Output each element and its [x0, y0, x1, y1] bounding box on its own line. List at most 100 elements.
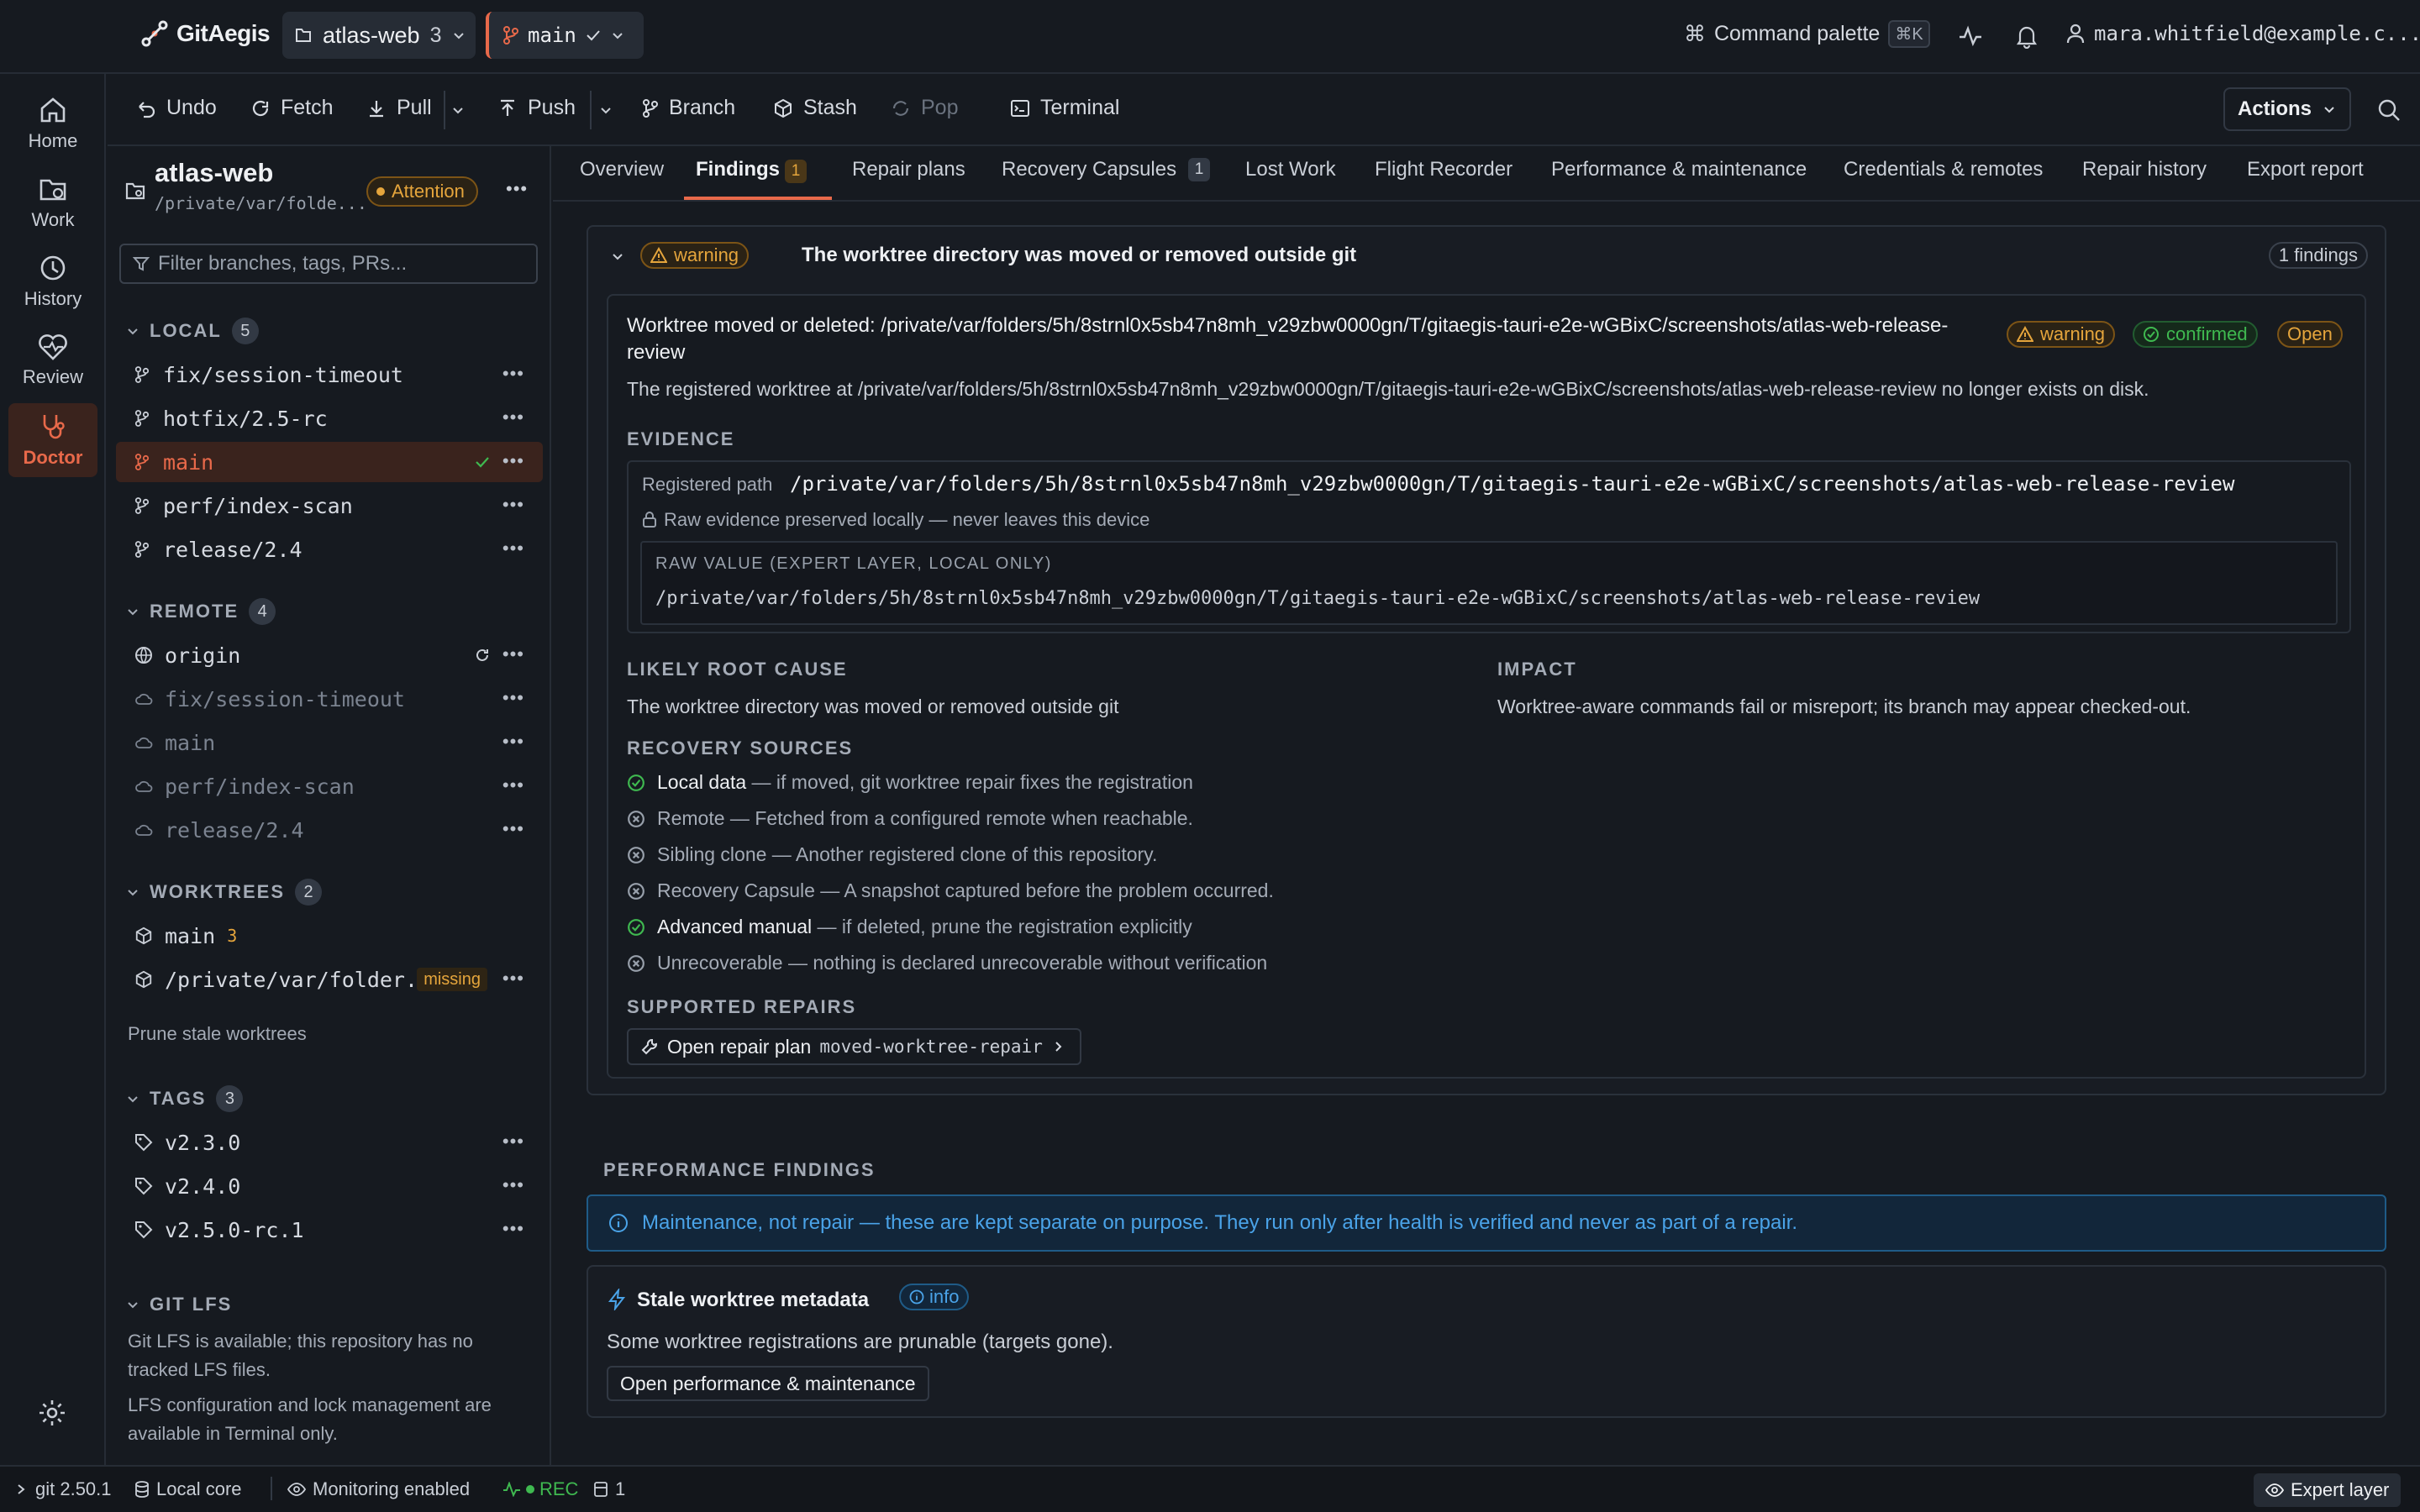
tab-performance[interactable]: Performance & maintenance	[1551, 158, 1807, 181]
eye-icon	[2265, 1483, 2284, 1497]
repo-icon	[124, 180, 146, 202]
more-icon[interactable]: •••	[502, 1131, 524, 1152]
bell-icon[interactable]	[2015, 24, 2039, 49]
capsule-icon	[593, 1481, 608, 1498]
rail-item-work[interactable]: Work	[8, 166, 97, 239]
capsule-count-label: 1	[615, 1478, 626, 1499]
remote-branch-item[interactable]: main •••	[116, 722, 543, 763]
open-repair-plan-button[interactable]: Open repair plan moved-worktree-repair	[627, 1028, 1081, 1065]
tab-credentials[interactable]: Credentials & remotes	[1844, 158, 2043, 181]
refresh-icon	[250, 98, 271, 118]
branch-button[interactable]: Branch	[642, 96, 735, 120]
remote-branch-item[interactable]: fix/session-timeout •••	[116, 679, 543, 719]
branch-icon	[134, 454, 150, 470]
monitoring-indicator[interactable]: Monitoring enabled	[287, 1478, 470, 1500]
fetch-label: Fetch	[281, 96, 334, 119]
search-icon[interactable]	[2376, 97, 2402, 123]
tab-repair-plans[interactable]: Repair plans	[852, 158, 965, 181]
local-branch-item[interactable]: release/2.4 •••	[116, 529, 543, 570]
branch-switcher[interactable]: main	[486, 12, 644, 59]
pulse-icon	[502, 1482, 521, 1497]
tag-item[interactable]: v2.3.0 •••	[116, 1122, 543, 1163]
command-palette-button[interactable]: ⌘ Command palette ⌘K	[1684, 20, 1930, 48]
state-badge: Open	[2277, 321, 2343, 348]
worktree-item[interactable]: main 3	[116, 916, 543, 956]
rail-item-home[interactable]: Home	[8, 87, 97, 160]
more-icon[interactable]: •••	[502, 407, 524, 428]
undo-button[interactable]: Undo	[136, 96, 217, 120]
sync-icon[interactable]	[474, 647, 491, 664]
stash-button[interactable]: Stash	[773, 96, 857, 120]
more-icon[interactable]: •••	[502, 687, 524, 709]
settings-gear-icon[interactable]	[37, 1398, 67, 1428]
repo-switcher[interactable]: atlas-web 3	[282, 12, 476, 59]
more-icon[interactable]: •••	[502, 1218, 524, 1240]
tag-item[interactable]: v2.5.0-rc.1 •••	[116, 1210, 543, 1250]
more-icon[interactable]: •••	[502, 643, 524, 665]
rail-item-history[interactable]: History	[8, 245, 97, 318]
open-performance-button[interactable]: Open performance & maintenance	[607, 1366, 929, 1401]
prune-worktrees-link[interactable]: Prune stale worktrees	[128, 1023, 307, 1045]
tab-export-report[interactable]: Export report	[2247, 158, 2364, 181]
maintenance-notice: Maintenance, not repair — these are kept…	[587, 1194, 2386, 1252]
more-icon[interactable]: •••	[502, 818, 524, 840]
local-branch-item[interactable]: perf/index-scan •••	[116, 486, 543, 526]
section-lfs-header[interactable]: GIT LFS	[126, 1294, 232, 1315]
tab-findings[interactable]: Findings 1	[684, 146, 832, 200]
rail-item-doctor[interactable]: Doctor	[8, 403, 97, 477]
more-icon[interactable]: •••	[502, 968, 524, 990]
filter-input[interactable]: Filter branches, tags, PRs...	[119, 244, 538, 284]
tab-recovery-capsules[interactable]: Recovery Capsules 1	[1002, 158, 1211, 181]
local-core-label: Local core	[156, 1478, 242, 1499]
user-menu[interactable]: mara.whitfield@example.c...	[2065, 22, 2420, 45]
stethoscope-icon	[38, 412, 68, 442]
more-icon[interactable]: •••	[502, 494, 524, 516]
more-icon[interactable]: •••	[502, 774, 524, 796]
download-icon	[366, 98, 387, 118]
worktree-item-missing[interactable]: /private/var/folder... missing •••	[116, 959, 543, 1000]
pull-button[interactable]: Pull	[366, 96, 432, 120]
app-name: GitAegis	[176, 20, 271, 46]
pull-options-chevron-icon[interactable]	[450, 102, 466, 118]
pop-button[interactable]: Pop	[891, 96, 958, 120]
push-button[interactable]: Push	[497, 96, 576, 120]
rail-item-review[interactable]: Review	[8, 324, 97, 396]
local-branch-item[interactable]: hotfix/2.5-rc •••	[116, 398, 543, 438]
tag-item[interactable]: v2.4.0 •••	[116, 1166, 543, 1206]
chevron-down-icon	[126, 1298, 139, 1311]
x-circle-icon	[627, 882, 645, 900]
count-badge: 3	[216, 1085, 244, 1112]
remote-origin-item[interactable]: origin •••	[116, 635, 543, 675]
remote-branch-item[interactable]: perf/index-scan •••	[116, 766, 543, 806]
local-branch-item-current[interactable]: main •••	[116, 442, 543, 482]
rail-label: Work	[31, 209, 75, 230]
section-worktrees-header[interactable]: WORKTREES 2	[126, 879, 322, 906]
push-options-chevron-icon[interactable]	[598, 102, 613, 118]
terminal-button[interactable]: Terminal	[1010, 96, 1119, 120]
actions-dropdown[interactable]: Actions	[2223, 87, 2351, 131]
expert-layer-toggle[interactable]: Expert layer	[2254, 1473, 2402, 1507]
more-icon[interactable]: •••	[502, 538, 524, 559]
section-remote-header[interactable]: REMOTE 4	[126, 598, 276, 625]
cloud-icon	[134, 735, 153, 750]
local-branch-item[interactable]: fix/session-timeout •••	[116, 354, 543, 395]
more-icon[interactable]: •••	[502, 1174, 524, 1196]
repo-more-button[interactable]: •••	[506, 178, 528, 200]
fetch-button[interactable]: Fetch	[250, 96, 334, 120]
tab-flight-recorder[interactable]: Flight Recorder	[1375, 158, 1512, 181]
review-icon	[37, 333, 69, 361]
capsule-count[interactable]: 1	[593, 1478, 625, 1500]
more-icon[interactable]: •••	[502, 731, 524, 753]
tab-overview[interactable]: Overview	[580, 158, 664, 181]
section-tags-header[interactable]: TAGS 3	[126, 1085, 244, 1112]
tab-repair-history[interactable]: Repair history	[2082, 158, 2207, 181]
more-icon[interactable]: •••	[502, 450, 524, 472]
activity-icon[interactable]	[1958, 24, 1983, 49]
recording-indicator[interactable]: REC	[502, 1478, 578, 1500]
tab-lost-work[interactable]: Lost Work	[1245, 158, 1336, 181]
more-icon[interactable]: •••	[502, 363, 524, 385]
remote-branch-item[interactable]: release/2.4 •••	[116, 810, 543, 850]
section-local-header[interactable]: LOCAL 5	[126, 318, 259, 344]
repair-plan-id: moved-worktree-repair	[819, 1037, 1043, 1057]
finding-group-header[interactable]: warning The worktree directory was moved…	[588, 227, 2385, 286]
